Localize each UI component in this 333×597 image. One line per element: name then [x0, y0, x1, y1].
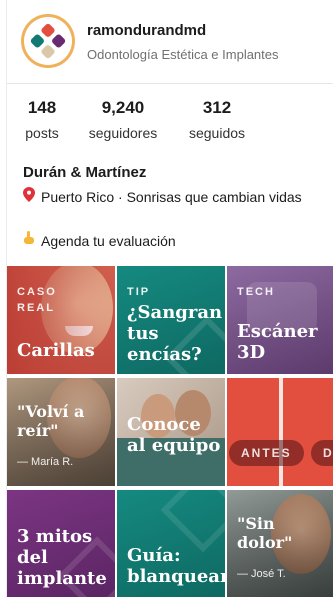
pin-icon [23, 187, 41, 208]
post-tag: TIP [127, 286, 151, 298]
post-caption: — María R. [17, 456, 74, 468]
post-title: "Sin dolor" [237, 514, 293, 552]
post-grid: CASO REAL Carillas TIP ¿Sangran tus encí… [7, 266, 333, 597]
stat-following[interactable]: 312 seguidos [183, 98, 251, 141]
post-tile-testimonial-jose[interactable]: "Sin dolor" — José T. [227, 490, 333, 597]
stat-value: 148 [27, 98, 57, 117]
post-tag: CASO REAL [17, 286, 57, 314]
profile-card: ramondurandmd Odontología Estética e Imp… [6, 0, 333, 597]
pointing-hand-icon [23, 231, 41, 249]
display-name: Durán & Martínez [23, 164, 147, 181]
profile-subtitle: Odontología Estética e Implantes [87, 47, 279, 62]
profile-header: ramondurandmd Odontología Estética e Imp… [7, 0, 333, 84]
post-tile-carillas[interactable]: CASO REAL Carillas [7, 266, 115, 374]
stat-label: seguidores [88, 125, 158, 141]
post-caption: — José T. [237, 568, 286, 580]
username: ramondurandmd [87, 22, 207, 39]
avatar[interactable] [21, 14, 75, 68]
location-text: Puerto Rico · Sonrisas que cambian vidas [41, 189, 302, 205]
stat-followers[interactable]: 9,240 seguidores [83, 98, 163, 141]
cta-line[interactable]: Agenda tu evaluación [23, 231, 176, 249]
stat-label: posts [25, 125, 59, 141]
location-line: Puerto Rico · Sonrisas que cambian vidas [23, 187, 323, 208]
post-tile-tech[interactable]: TECH Escáner 3D [227, 266, 333, 374]
stat-posts[interactable]: 148 posts [17, 98, 67, 141]
post-title: Carillas [17, 340, 95, 361]
post-tile-before-after[interactable]: ANTES DESPUÉS [227, 378, 333, 486]
post-title: 3 mitos del implante [17, 526, 107, 589]
stat-value: 9,240 [101, 98, 145, 117]
post-tag: TECH [237, 286, 275, 298]
post-tile-myths[interactable]: 3 mitos del implante [7, 490, 115, 597]
stats-row: 148 posts 9,240 seguidores 312 seguidos [7, 98, 333, 150]
post-title: "Volví a reír" [17, 402, 85, 440]
before-label: ANTES [229, 440, 304, 466]
post-title: ¿Sangran tus encías? [127, 302, 223, 365]
stat-label: seguidos [188, 125, 246, 141]
cta-text: Agenda tu evaluación [41, 233, 176, 249]
post-tile-team[interactable]: Conoce al equipo [117, 378, 225, 486]
logo-icon [30, 23, 66, 59]
stat-value: 312 [202, 98, 232, 117]
post-tile-testimonial-maria[interactable]: "Volví a reír" — María R. [7, 378, 115, 486]
after-label: DESPUÉS [311, 440, 333, 466]
post-title: Escáner 3D [237, 321, 318, 363]
post-title: Conoce al equipo [127, 414, 221, 456]
post-title: Guía: blanqueamiento [127, 545, 225, 587]
post-tile-tip[interactable]: TIP ¿Sangran tus encías? [117, 266, 225, 374]
post-tile-whitening-guide[interactable]: Guía: blanqueamiento [117, 490, 225, 597]
